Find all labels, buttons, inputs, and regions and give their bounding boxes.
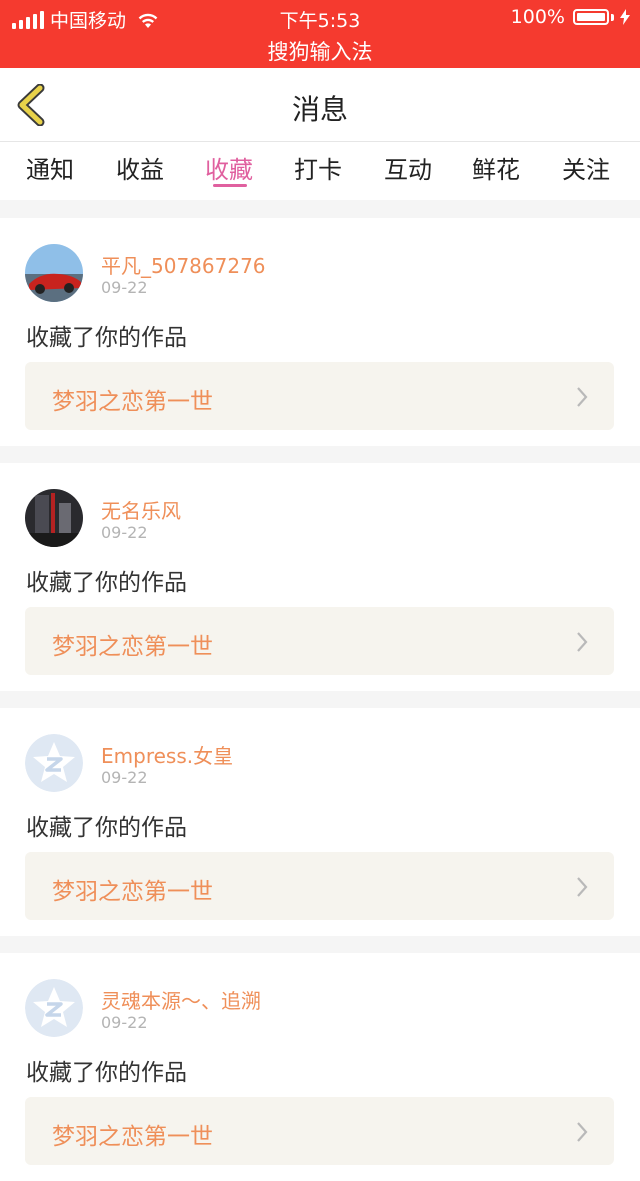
message-text: 收藏了你的作品 bbox=[26, 1060, 187, 1086]
username[interactable]: Empress.女皇 bbox=[101, 740, 233, 769]
battery-percent: 100% bbox=[510, 6, 565, 28]
status-bar: 中国移动 下午5:53 100% 搜狗输入法 bbox=[0, 0, 640, 68]
tab-flowers[interactable]: 鲜花 bbox=[472, 150, 520, 185]
message-date: 09-22 bbox=[101, 1013, 148, 1032]
tab-earnings[interactable]: 收益 bbox=[116, 150, 164, 185]
tab-notifications[interactable]: 通知 bbox=[26, 150, 74, 185]
back-arrow-icon[interactable] bbox=[14, 84, 50, 126]
default-avatar-icon[interactable] bbox=[25, 979, 83, 1037]
tab-checkin[interactable]: 打卡 bbox=[294, 150, 342, 185]
message-date: 09-22 bbox=[101, 523, 148, 542]
message-text: 收藏了你的作品 bbox=[26, 815, 187, 841]
message-card: 平凡_507867276 09-22 收藏了你的作品 梦羽之恋第一世 bbox=[0, 218, 640, 446]
avatar[interactable] bbox=[25, 244, 83, 302]
work-link[interactable]: 梦羽之恋第一世 bbox=[25, 852, 614, 920]
chevron-right-icon bbox=[577, 1122, 588, 1142]
message-card: Empress.女皇 09-22 收藏了你的作品 梦羽之恋第一世 bbox=[0, 708, 640, 936]
battery-icon bbox=[573, 9, 609, 25]
username[interactable]: 平凡_507867276 bbox=[101, 250, 266, 279]
work-link[interactable]: 梦羽之恋第一世 bbox=[25, 362, 614, 430]
default-avatar-icon[interactable] bbox=[25, 734, 83, 792]
active-tab-indicator bbox=[213, 184, 247, 187]
username[interactable]: 无名乐风 bbox=[101, 495, 181, 524]
charging-icon bbox=[620, 9, 630, 25]
work-link[interactable]: 梦羽之恋第一世 bbox=[25, 1097, 614, 1165]
work-title: 梦羽之恋第一世 bbox=[52, 879, 213, 905]
message-card: 灵魂本源～、追溯 09-22 收藏了你的作品 梦羽之恋第一世 bbox=[0, 953, 640, 1181]
tab-follows[interactable]: 关注 bbox=[562, 150, 610, 185]
work-title: 梦羽之恋第一世 bbox=[52, 389, 213, 415]
work-title: 梦羽之恋第一世 bbox=[52, 634, 213, 660]
work-link[interactable]: 梦羽之恋第一世 bbox=[25, 607, 614, 675]
tab-bar: 通知 收益 收藏 打卡 互动 鲜花 关注 bbox=[0, 142, 640, 200]
username[interactable]: 灵魂本源～、追溯 bbox=[101, 985, 261, 1014]
input-method-label: 搜狗输入法 bbox=[267, 40, 373, 64]
chevron-right-icon bbox=[577, 877, 588, 897]
page-title: 消息 bbox=[291, 93, 348, 126]
work-title: 梦羽之恋第一世 bbox=[52, 1124, 213, 1150]
avatar[interactable] bbox=[25, 489, 83, 547]
battery-tip bbox=[611, 13, 614, 21]
message-card: 无名乐风 09-22 收藏了你的作品 梦羽之恋第一世 bbox=[0, 463, 640, 691]
nav-bar: 消息 bbox=[0, 68, 640, 142]
message-text: 收藏了你的作品 bbox=[26, 570, 187, 596]
message-date: 09-22 bbox=[101, 768, 148, 787]
tab-interaction[interactable]: 互动 bbox=[384, 150, 432, 185]
message-date: 09-22 bbox=[101, 278, 148, 297]
chevron-right-icon bbox=[577, 632, 588, 652]
tab-favorites[interactable]: 收藏 bbox=[205, 150, 253, 185]
chevron-right-icon bbox=[577, 387, 588, 407]
message-text: 收藏了你的作品 bbox=[26, 325, 187, 351]
